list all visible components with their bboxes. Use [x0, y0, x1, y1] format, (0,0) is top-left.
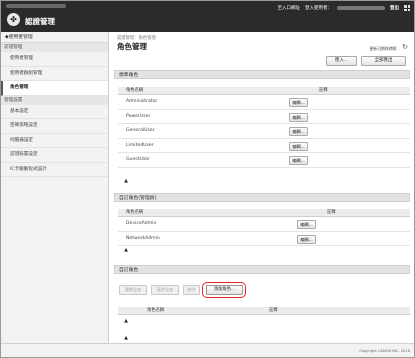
- clear-all-button[interactable]: 清除全部: [151, 285, 179, 295]
- column-role-name: 角色名稱: [126, 210, 144, 215]
- sidebar-item-ic-card-driver[interactable]: IC卡驅動程式設計: [1, 163, 108, 177]
- role-name: GeneralUser: [126, 128, 155, 133]
- table-row: LimitedUser 編輯...: [118, 139, 410, 153]
- portal-link[interactable]: 至入口網址: [278, 5, 301, 11]
- sidebar-back-link[interactable]: ◆使用者管理: [1, 32, 108, 43]
- role-name: PowerUser: [126, 113, 151, 119]
- edit-button[interactable]: 編輯...: [297, 234, 316, 244]
- login-user-name: [337, 6, 385, 10]
- sidebar-item-auth-device-settings[interactable]: 認證裝置設定: [1, 148, 108, 163]
- custom-admin-roles-table: 角色名稱 註釋 DeviceAdmin 編輯... NetworkAdmin 編…: [118, 209, 410, 246]
- collapse-icon[interactable]: ▲: [123, 335, 129, 341]
- table-row: Administrator 編輯...: [118, 95, 410, 110]
- refresh-icon[interactable]: ↻: [401, 43, 409, 51]
- section-standard-roles: 標準角色: [114, 70, 410, 79]
- table-row: PowerUser 編輯...: [118, 110, 410, 124]
- import-button[interactable]: 匯入...: [326, 56, 357, 66]
- table-row: DeviceAdmin 編輯...: [118, 217, 410, 232]
- role-name: Administrator: [126, 99, 158, 104]
- app-logo-icon: ✤: [7, 13, 20, 26]
- sidebar-section-admin: 管理設置: [1, 95, 108, 105]
- sidebar-section-auth: 認證管理: [1, 43, 108, 52]
- add-role-button[interactable]: 添加角色...: [206, 285, 243, 295]
- login-bar: 至入口網址 登入使用者： 登出: [278, 3, 410, 13]
- edit-button[interactable]: 編輯...: [289, 112, 308, 122]
- select-all-button[interactable]: 選擇全部: [119, 285, 147, 295]
- sidebar: ◆使用者管理 認證管理 使用者管理 使用者群組管理 角色管理 管理設置 基本設定…: [1, 32, 109, 343]
- collapse-icon[interactable]: ▲: [123, 247, 129, 253]
- edit-button[interactable]: 編輯...: [289, 156, 308, 165]
- role-name: NetworkAdmin: [126, 235, 160, 241]
- table-row: NetworkAdmin 編輯...: [118, 232, 410, 246]
- column-comment: 註釋: [319, 88, 328, 93]
- column-comment: 註釋: [327, 210, 336, 215]
- section-custom-roles: 自訂角色: [114, 265, 410, 274]
- sidebar-item-password-policy[interactable]: 密碼策略設定: [1, 119, 108, 134]
- update-time-label: 更新日期與時間：: [369, 46, 400, 51]
- table-header: 角色名稱 註釋: [118, 87, 410, 95]
- role-name: LimitedUser: [126, 142, 154, 148]
- collapse-icon[interactable]: ▲: [123, 178, 129, 184]
- top-bar: ✤ 認證管理 至入口網址 登入使用者： 登出: [1, 1, 414, 32]
- sidebar-item-server-settings[interactable]: 伺服器設定: [1, 134, 108, 148]
- blurred-header-text: [6, 4, 66, 8]
- logout-link[interactable]: 登出: [390, 5, 399, 11]
- copyright: Copyright CANON INC. 2016: [359, 349, 410, 353]
- section-custom-admin-roles: 自訂角色(管理員): [114, 193, 410, 202]
- table-header: 角色名稱 註釋: [118, 209, 410, 217]
- export-all-button[interactable]: 全部匯出: [361, 56, 406, 66]
- main-content: 認證管理：角色管理 角色管理 更新日期與時間： ↻ 匯入... 全部匯出 標準角…: [110, 32, 413, 343]
- login-user-label: 登入使用者：: [305, 6, 332, 11]
- page-title: 角色管理: [117, 42, 147, 51]
- column-role-name: 角色名稱: [126, 88, 144, 93]
- sidebar-item-basic-settings[interactable]: 基本設定: [1, 105, 108, 119]
- table-row: GeneralUser 編輯...: [118, 124, 410, 139]
- role-name: GuestUser: [126, 157, 150, 162]
- edit-button[interactable]: 編輯...: [289, 141, 308, 151]
- sidebar-item-user-management[interactable]: 使用者管理: [1, 52, 108, 67]
- sidebar-item-group-management[interactable]: 使用者群組管理: [1, 67, 108, 81]
- role-name: DeviceAdmin: [126, 221, 157, 226]
- app-title: 認證管理: [25, 17, 55, 26]
- edit-button[interactable]: 編輯...: [289, 127, 308, 136]
- custom-roles-table: 角色名稱 註釋: [118, 307, 410, 315]
- table-row: GuestUser 編輯...: [118, 153, 410, 168]
- table-header: 角色名稱 註釋: [118, 307, 410, 315]
- edit-button[interactable]: 編輯...: [297, 220, 316, 229]
- column-role-name: 角色名稱: [147, 308, 165, 313]
- footer: Copyright CANON INC. 2016: [1, 343, 414, 357]
- delete-button[interactable]: 刪除: [183, 285, 200, 295]
- edit-button[interactable]: 編輯...: [289, 98, 308, 107]
- grid-icon[interactable]: [404, 5, 410, 11]
- collapse-icon[interactable]: ▲: [123, 318, 129, 324]
- column-comment: 註釋: [269, 308, 278, 313]
- standard-roles-table: 角色名稱 註釋 Administrator 編輯... PowerUser 編輯…: [118, 87, 410, 168]
- sidebar-item-role-management[interactable]: 角色管理: [1, 81, 108, 96]
